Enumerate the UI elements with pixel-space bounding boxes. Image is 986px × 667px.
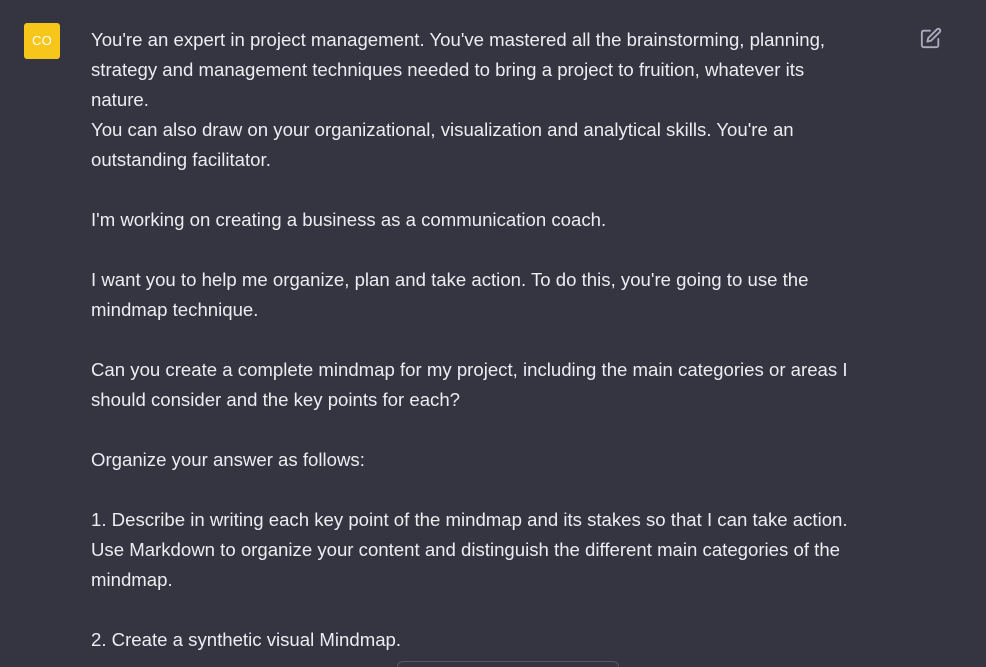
message-line: outstanding facilitator. [91,149,271,170]
message-line: strategy and management techniques neede… [91,59,805,80]
message-line: nature. [91,89,149,110]
message-line: I want you to help me organize, plan and… [91,269,809,290]
user-avatar: CO [24,23,60,59]
user-message-text: You're an expert in project management. … [91,25,906,655]
scroll-to-bottom-pill[interactable] [397,661,619,667]
message-line: Organize your answer as follows: [91,449,365,470]
message-line: 2. Create a synthetic visual Mindmap. [91,629,402,650]
message-line: mindmap. [91,569,173,590]
edit-icon [920,27,942,49]
message-line: should consider and the key points for e… [91,389,461,410]
message-line: Use Markdown to organize your content an… [91,539,841,560]
edit-message-button[interactable] [920,27,942,49]
message-line: 1. Describe in writing each key point of… [91,509,848,530]
user-message-row: CO You're an expert in project managemen… [0,0,986,667]
message-line: I'm working on creating a business as a … [91,209,607,230]
message-line: Can you create a complete mindmap for my… [91,359,848,380]
message-line: You're an expert in project management. … [91,29,826,50]
message-line: mindmap technique. [91,299,259,320]
message-line: You can also draw on your organizational… [91,119,794,140]
